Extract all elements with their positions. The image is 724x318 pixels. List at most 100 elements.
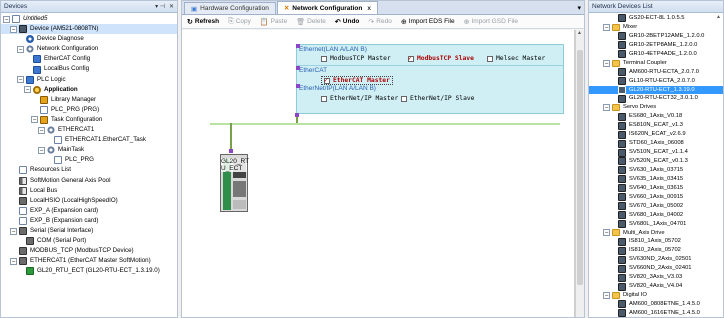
device-list-item[interactable]: GR10-4ETP4ADE_1.2.0.0	[589, 50, 723, 59]
collapse-icon[interactable]: −	[10, 257, 17, 265]
device-list-item[interactable]: AM600-RTU-ECTA_2.0.7.0	[589, 68, 723, 77]
device-list-item[interactable]: − Multi_Axis Drive	[589, 229, 723, 238]
modbus-slave-checkbox[interactable]	[408, 54, 414, 62]
import-eds-file-button[interactable]: ⊕ Import EDS File	[401, 18, 455, 26]
device-list-item[interactable]: GL20-RTU-ECT_1.3.19.0	[589, 85, 723, 95]
device-list-item[interactable]: GL20-RTU-ECT32_3.0.1.0	[589, 94, 723, 103]
device-list-item[interactable]: STD60_1Axis_06008	[589, 139, 723, 148]
collapse-icon[interactable]: −	[10, 227, 17, 235]
tree-item[interactable]: GL20_RTU_ECT (GL20-RTU-ECT_1.3.19.0)	[1, 266, 177, 276]
collapse-icon[interactable]: −	[3, 15, 10, 23]
device-list-item[interactable]: SV630ND_2Axis_02501	[589, 255, 723, 264]
tree-item[interactable]: − Serial (Serial Interface)	[1, 226, 177, 236]
collapse-icon[interactable]: −	[603, 292, 610, 300]
modbus-master-checkbox[interactable]	[321, 55, 327, 62]
device-list-item[interactable]: AM600_0808ETNE_1.4.5.0	[589, 300, 723, 309]
close-icon[interactable]: ✕	[169, 3, 174, 10]
device-list-item[interactable]: IS810_2Axis_05702	[589, 246, 723, 255]
delete-button[interactable]: 🗑 Delete	[296, 18, 326, 26]
device-list-item[interactable]: SV680L_1Axis_04701	[589, 220, 723, 229]
tree-item[interactable]: COM (Serial Port)	[1, 236, 177, 246]
device-port[interactable]	[229, 149, 233, 153]
tree-item[interactable]: Resources List	[1, 165, 177, 175]
tree-item[interactable]: PLC_PRG (PRG)	[1, 105, 177, 115]
box-handle[interactable]	[296, 84, 300, 88]
device-list-item[interactable]: SV640_1Axis_03615	[589, 184, 723, 193]
tree-item[interactable]: LocalHSIO (LocalHighSpeedIO)	[1, 196, 177, 206]
device-list-item[interactable]: SV670_1Axis_05002	[589, 202, 723, 211]
collapse-icon[interactable]: −	[603, 229, 610, 237]
refresh-button[interactable]: ↻ Refresh	[187, 18, 219, 26]
box-handle[interactable]	[296, 44, 300, 48]
pin-icon[interactable]: ▾ ⊣	[155, 3, 165, 10]
device-list-item[interactable]: GS20-ECT-8L 1.0.5.5	[589, 14, 723, 23]
ethernetip-master-checkbox[interactable]	[321, 95, 327, 102]
canvas-vertical-scrollbar[interactable]: ▲	[575, 30, 584, 317]
scrollbar-thumb[interactable]	[577, 50, 583, 285]
collapse-icon[interactable]: −	[603, 59, 610, 67]
device-list-item[interactable]: − Terminal Coupler	[589, 59, 723, 68]
tab-close-icon[interactable]: x	[367, 5, 371, 12]
tree-item[interactable]: EXP_A (Expansion card)	[1, 206, 177, 216]
tree-item[interactable]: − ETHERCAT1 (EtherCAT Master SoftMotion)	[1, 256, 177, 266]
device-list-item[interactable]: − Digital IO	[589, 291, 723, 300]
tree-item[interactable]: − Task Configuration	[1, 115, 177, 125]
tree-item[interactable]: PLC_PRG	[1, 155, 177, 165]
tree-item[interactable]: − Application	[1, 85, 177, 95]
tree-item[interactable]: ETHERCAT1.EtherCAT_Task	[1, 135, 177, 145]
tree-item[interactable]: − MainTask	[1, 145, 177, 155]
tab-network-configuration[interactable]: ✕ Network Configuration x	[276, 1, 378, 14]
device-list-item[interactable]: SV680_1Axis_04002	[589, 211, 723, 220]
collapse-icon[interactable]: −	[38, 146, 45, 154]
collapse-icon[interactable]: −	[24, 86, 31, 94]
tab-hardware-configuration[interactable]: ▣ Hardware Configuration	[184, 2, 276, 14]
network-canvas[interactable]: Ethernet(LAN A/LAN B) ModbusTCP Master M…	[182, 30, 575, 317]
device-list-item[interactable]: SV660_1Axis_00915	[589, 193, 723, 202]
device-list-item[interactable]: SV820_3Axis_V3.03	[589, 273, 723, 282]
copy-button[interactable]: ⎘ Copy	[228, 18, 251, 26]
device-list-item[interactable]: AM600_1616ETNE_1.4.5.0	[589, 309, 723, 317]
undo-button[interactable]: ↶ Undo	[335, 18, 359, 26]
tree-item[interactable]: − PLC Logic	[1, 75, 177, 85]
collapse-icon[interactable]: −	[603, 104, 610, 112]
tree-item[interactable]: Library Manager	[1, 95, 177, 105]
ethernetip-slave-checkbox[interactable]	[401, 95, 407, 102]
tree-item[interactable]: − Network Configuration	[1, 44, 177, 54]
ethernetip-slave-option[interactable]: EtherNet/IP Slave	[401, 95, 474, 102]
device-list-item[interactable]: − Servo Drives	[589, 103, 723, 112]
paste-button[interactable]: 📋 Paste	[260, 18, 287, 26]
device-list-item[interactable]: SV630_1Axis_03715	[589, 166, 723, 175]
collapse-icon[interactable]: −	[10, 25, 17, 33]
device-list-item[interactable]: SV660ND_2Axis_02401	[589, 264, 723, 273]
device-list-item[interactable]: − Mixer	[589, 23, 723, 32]
redo-button[interactable]: ↷ Redo	[368, 18, 391, 26]
tree-item[interactable]: LocalBus Config	[1, 64, 177, 74]
tree-item[interactable]: Device Diagnose	[1, 34, 177, 44]
device-list-item[interactable]: ES810N_ECAT_v1.3	[589, 121, 723, 130]
tabs-dropdown-icon[interactable]: ▾	[577, 4, 581, 12]
collapse-icon[interactable]: −	[603, 23, 610, 31]
tree-item[interactable]: EtherCAT Config	[1, 54, 177, 64]
collapse-icon[interactable]: −	[38, 126, 45, 134]
ethercat-bus-line[interactable]	[210, 123, 560, 125]
ethernetip-master-option[interactable]: EtherNet/IP Master	[321, 95, 398, 102]
modbus-slave-option[interactable]: ModbusTCP Slave	[408, 54, 474, 62]
tree-item[interactable]: − Device (AM521-0808TN)	[1, 24, 177, 35]
scroll-up-icon[interactable]: ▲	[577, 30, 582, 36]
device-list-item[interactable]: IS620N_ECAT_v2.6.9	[589, 130, 723, 139]
modbus-master-option[interactable]: ModbusTCP Master	[321, 55, 391, 62]
melsec-master-checkbox[interactable]	[487, 55, 493, 62]
collapse-icon[interactable]: −	[31, 116, 38, 124]
tree-item[interactable]: − ETHERCAT1	[1, 125, 177, 135]
tree-item[interactable]: MODBUS_TCP (ModbusTCP Device)	[1, 246, 177, 256]
device-list-item[interactable]: IS810_1Axis_05702	[589, 237, 723, 246]
device-list-item[interactable]: SV820_4Axis_V4.04	[589, 282, 723, 291]
tree-item[interactable]: − Untitled5	[1, 14, 177, 24]
ethercat-master-option[interactable]: EtherCAT Master	[321, 76, 393, 85]
device-list-item[interactable]: SV510N_ECAT_v1.1.4	[589, 148, 723, 157]
device-list-item[interactable]: GR10-2BETP12AME_1.2.0.0	[589, 32, 723, 41]
melsec-master-option[interactable]: Melsec Master	[487, 55, 545, 62]
box-handle[interactable]	[296, 66, 300, 70]
tree-item[interactable]: EXP_B (Expansion card)	[1, 216, 177, 226]
device-list-item[interactable]: GR10-2ETP8AME_1.2.0.0	[589, 41, 723, 50]
